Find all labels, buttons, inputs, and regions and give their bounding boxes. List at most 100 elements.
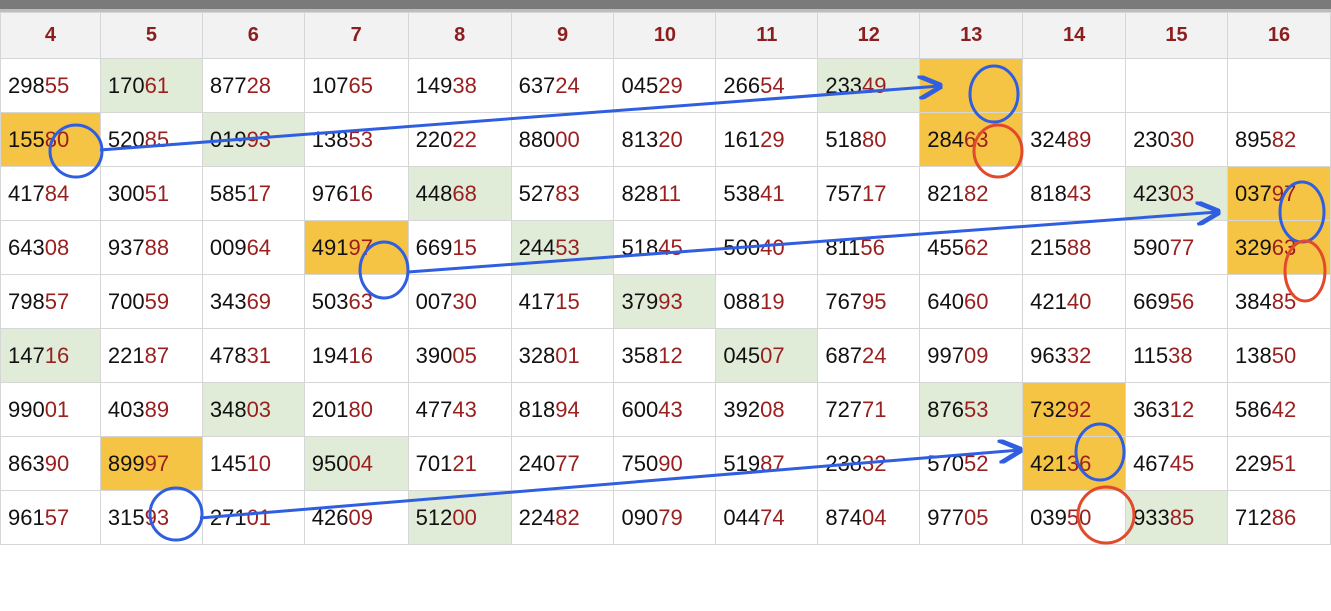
- column-header: 11: [715, 12, 819, 59]
- number-head: 088: [723, 288, 761, 314]
- column-header: 14: [1022, 12, 1127, 59]
- number-head: 518: [621, 234, 659, 260]
- number-head: 379: [621, 288, 659, 314]
- number-tail: 82: [963, 180, 989, 206]
- result-cell: 81843: [1022, 166, 1127, 221]
- result-cell: 14938: [407, 58, 512, 113]
- number-tail: 57: [44, 504, 70, 530]
- result-cell: 26654: [715, 58, 819, 113]
- number-head: 298: [8, 72, 45, 98]
- number-tail: 30: [1169, 126, 1195, 152]
- number-head: 963: [1030, 342, 1067, 368]
- number-head: 343: [209, 288, 247, 314]
- number-tail: 59: [144, 288, 170, 314]
- number-tail: 17: [246, 180, 272, 206]
- number-head: 170: [107, 72, 145, 98]
- result-cell: 64308: [0, 220, 101, 275]
- number-head: 977: [927, 504, 964, 530]
- result-cell: 70059: [99, 274, 203, 329]
- results-table: 4 5 6 7 8 9 10 11 12 13 14 15 16 29855 17061 87728 1076…: [0, 12, 1331, 545]
- number-head: 478: [209, 342, 247, 368]
- number-tail: 05: [963, 504, 989, 530]
- number-head: 750: [621, 450, 659, 476]
- number-head: 455: [927, 234, 964, 260]
- number-head: 324: [1030, 126, 1067, 152]
- number-head: 348: [209, 396, 247, 422]
- number-tail: 43: [658, 396, 683, 422]
- result-cell: 81320: [613, 112, 717, 167]
- number-head: 266: [723, 72, 761, 98]
- result-cell: 17061: [99, 58, 203, 113]
- header-row: 4 5 6 7 8 9 10 11 12 13 14 15 16: [0, 12, 1331, 59]
- number-tail: 79: [658, 504, 683, 530]
- number-tail: 85: [1169, 504, 1195, 530]
- result-cell: 75090: [613, 436, 717, 491]
- number-tail: 63: [348, 288, 373, 314]
- number-tail: 85: [1271, 288, 1297, 314]
- top-bar: [0, 0, 1331, 9]
- result-cell: 57052: [919, 436, 1024, 491]
- number-tail: 54: [760, 72, 785, 98]
- number-head: 138: [311, 126, 349, 152]
- number-tail: 92: [1066, 396, 1092, 422]
- number-tail: 62: [963, 234, 989, 260]
- number-head: 818: [1030, 180, 1067, 206]
- number-head: 467: [1133, 450, 1170, 476]
- number-tail: 01: [555, 342, 580, 368]
- number-tail: 60: [963, 288, 989, 314]
- number-tail: 94: [555, 396, 580, 422]
- column-header: 9: [510, 12, 615, 59]
- result-cell: 47831: [201, 328, 305, 383]
- result-cell: 16129: [715, 112, 819, 167]
- result-cell: 99001: [0, 382, 101, 437]
- number-tail: 52: [963, 450, 989, 476]
- result-cell: 42136: [1022, 436, 1127, 491]
- result-cell: 24077: [510, 436, 615, 491]
- result-cell: 46745: [1125, 436, 1228, 491]
- number-head: 358: [621, 342, 659, 368]
- number-tail: 49: [862, 72, 887, 98]
- result-cell: 22482: [510, 490, 615, 545]
- number-head: 215: [1030, 234, 1067, 260]
- number-head: 417: [518, 288, 556, 314]
- number-head: 328: [518, 342, 556, 368]
- number-head: 271: [209, 504, 247, 530]
- number-head: 503: [311, 288, 349, 314]
- number-tail: 15: [452, 234, 477, 260]
- result-cell: 00964: [201, 220, 305, 275]
- result-cell: [919, 58, 1024, 113]
- result-cell: 34369: [201, 274, 305, 329]
- number-head: 880: [518, 126, 556, 152]
- number-head: 600: [621, 396, 659, 422]
- result-cell: 47743: [407, 382, 512, 437]
- result-cell: 03950: [1022, 490, 1127, 545]
- number-head: 426: [311, 504, 349, 530]
- number-tail: 22: [452, 126, 477, 152]
- number-tail: 29: [658, 72, 683, 98]
- result-cell: 39208: [715, 382, 819, 437]
- number-tail: 50: [1271, 342, 1297, 368]
- result-cell: 50363: [303, 274, 409, 329]
- number-tail: 93: [144, 504, 170, 530]
- number-head: 527: [518, 180, 556, 206]
- result-cell: 36312: [1125, 382, 1228, 437]
- number-tail: 97: [144, 450, 170, 476]
- number-head: 874: [825, 504, 863, 530]
- table-row: 79857 70059 34369 50363 00730 41715 37993 08819…: [0, 274, 1331, 329]
- number-tail: 71: [862, 396, 887, 422]
- number-head: 727: [825, 396, 863, 422]
- number-tail: 12: [658, 342, 683, 368]
- result-cell: 93385: [1125, 490, 1228, 545]
- result-cell: 97705: [919, 490, 1024, 545]
- result-cell: 52085: [99, 112, 203, 167]
- result-cell: 41715: [510, 274, 615, 329]
- result-cell: 28463: [919, 112, 1024, 167]
- result-cell: 87404: [817, 490, 921, 545]
- table-row: 99001 40389 34803 20180 47743 81894 60043 39208…: [0, 382, 1331, 437]
- number-head: 512: [415, 504, 453, 530]
- number-tail: 93: [658, 288, 683, 314]
- result-cell: 38485: [1226, 274, 1331, 329]
- result-cell: 04507: [715, 328, 819, 383]
- result-cell: 23349: [817, 58, 921, 113]
- number-head: 732: [1030, 396, 1067, 422]
